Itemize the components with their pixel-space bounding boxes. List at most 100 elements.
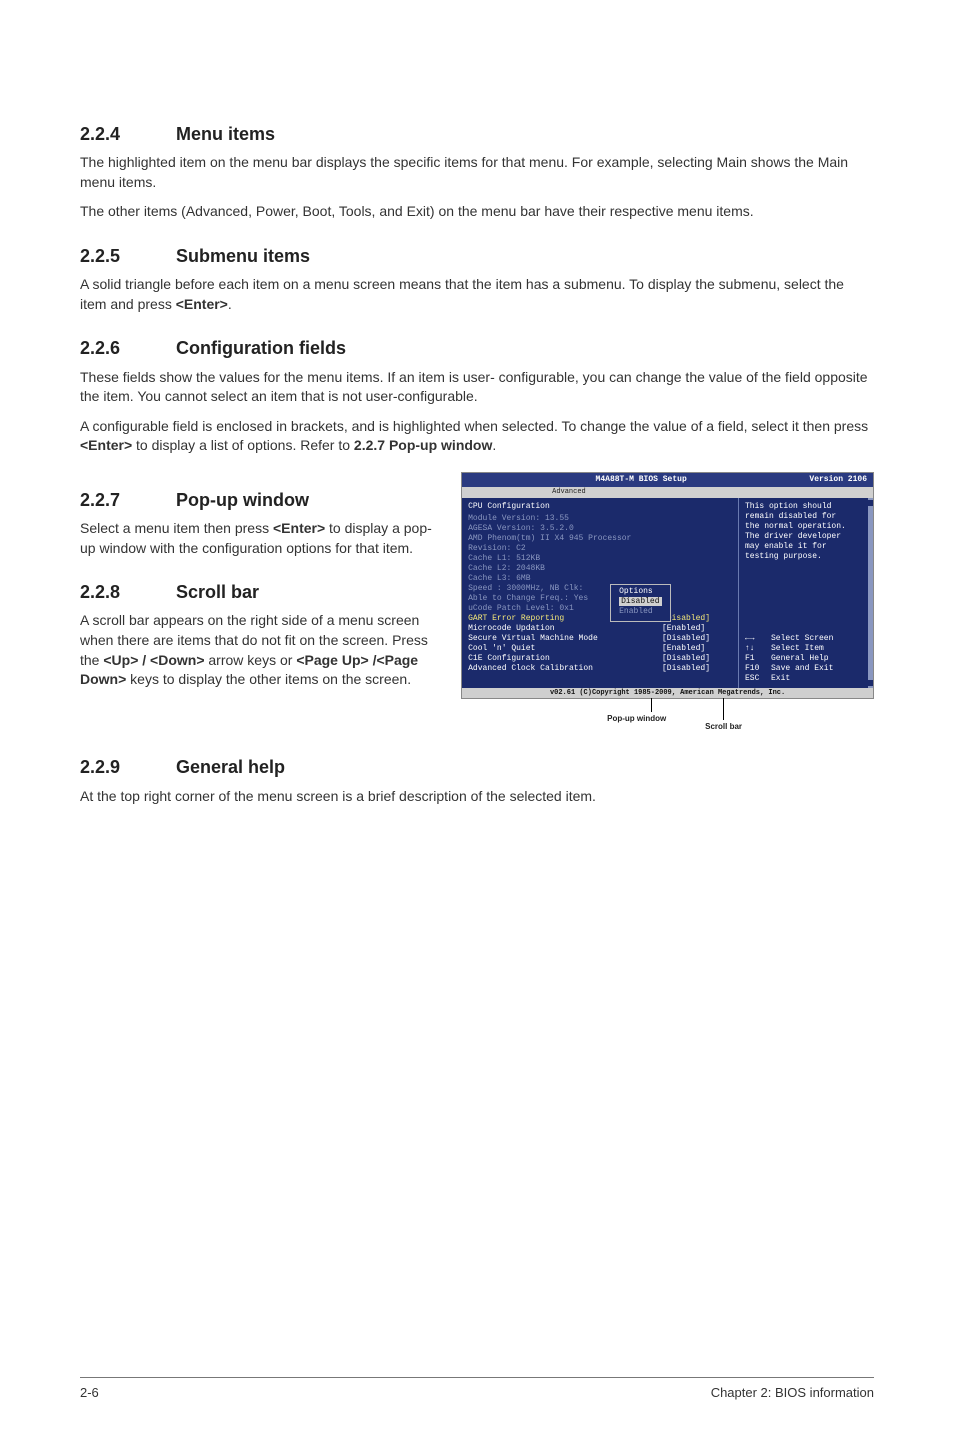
page-footer: 2-6 Chapter 2: BIOS information [80, 1377, 874, 1402]
sectitle: Pop-up window [176, 490, 309, 510]
secnum: 2.2.4 [80, 122, 176, 147]
section-heading-226: 2.2.6Configuration fields [80, 336, 874, 361]
bios-info-line: AGESA Version: 3.5.2.0 [468, 524, 732, 534]
bios-setting-label: Advanced Clock Calibration [468, 664, 662, 674]
bios-setting-label: C1E Configuration [468, 654, 662, 664]
sectitle: Scroll bar [176, 582, 259, 602]
arrow-ud-icon: ↑↓ [745, 644, 765, 654]
bios-help-line: testing purpose. [745, 552, 867, 562]
bios-setting-row: C1E Configuration [Disabled] [468, 654, 732, 664]
bios-key-row: ←→ Select Screen [745, 634, 867, 644]
bios-key-row: F10 Save and Exit [745, 664, 867, 674]
bios-setting-value: [Disabled] [662, 634, 732, 644]
bios-info-line: Cache L3: 6MB [468, 574, 732, 584]
bios-popup-title: Options [619, 587, 661, 597]
bios-info-line: Speed : 3000MHz, NB Clk: [468, 584, 732, 594]
key-ref: <Enter> [273, 520, 325, 536]
bios-setting-value: [Disabled] [662, 614, 732, 624]
section-heading-227: 2.2.7Pop-up window [80, 488, 435, 513]
bios-key-label: Select Screen [771, 634, 833, 644]
body-text: A configurable field is enclosed in brac… [80, 417, 874, 456]
sectitle: Submenu items [176, 246, 310, 266]
body-text: The other items (Advanced, Power, Boot, … [80, 202, 874, 222]
bios-setting-row: GART Error Reporting [Disabled] [468, 614, 732, 624]
bios-popup: Options Disabled Enabled [610, 584, 670, 622]
bios-version: Version 2106 [809, 475, 867, 485]
page-number: 2-6 [80, 1384, 99, 1402]
section-heading-228: 2.2.8Scroll bar [80, 580, 435, 605]
bios-setting-value: [Enabled] [662, 624, 732, 634]
bios-key-label: Exit [771, 674, 790, 684]
callout-label-popup: Pop-up window [607, 713, 666, 724]
bios-info-line: Cache L2: 2048KB [468, 564, 732, 574]
section-heading-229: 2.2.9General help [80, 755, 874, 780]
key-ref: <Up> / <Down> [103, 652, 204, 668]
bios-info-line: uCode Patch Level: 0x1 [468, 604, 732, 614]
bios-setting-value: [Enabled] [662, 644, 732, 654]
bios-help-line: This option should [745, 502, 867, 512]
secnum: 2.2.7 [80, 488, 176, 513]
bios-key-row: ↑↓Select Item [745, 644, 867, 654]
text: Select a menu item then press [80, 520, 273, 536]
body-text: These fields show the values for the men… [80, 368, 874, 407]
bios-info-line: Cache L1: 512KB [468, 554, 732, 564]
bios-setting-label: Secure Virtual Machine Mode [468, 634, 662, 644]
bios-screenshot: M4A88T-M BIOS Setup Version 2106 Advance… [461, 472, 874, 700]
text: . [492, 437, 496, 453]
section-heading-225: 2.2.5Submenu items [80, 244, 874, 269]
body-text: A solid triangle before each item on a m… [80, 275, 874, 314]
bios-info-line: Revision: C2 [468, 544, 732, 554]
xref: 2.2.7 Pop-up window [354, 437, 492, 453]
bios-setting-row: Advanced Clock Calibration [Disabled] [468, 664, 732, 674]
bios-setting-label: Microcode Updation [468, 624, 662, 634]
bios-popup-selected: Disabled [619, 597, 661, 606]
bios-help-line: remain disabled for [745, 512, 867, 522]
bios-setting-label: Cool 'n' Quiet [468, 644, 662, 654]
sectitle: General help [176, 757, 285, 777]
bios-key-label: Save and Exit [771, 664, 833, 674]
body-text: At the top right corner of the menu scre… [80, 787, 874, 807]
bios-help-line: The driver developer [745, 532, 867, 542]
bios-scrollbar [868, 498, 873, 688]
key-glyph: F10 [745, 664, 765, 674]
text: arrow keys or [205, 652, 297, 668]
arrow-lr-icon: ←→ [745, 634, 765, 644]
key-ref: <Enter> [176, 296, 228, 312]
bios-info-line: AMD Phenom(tm) II X4 945 Processor [468, 534, 732, 544]
bios-setting-value: [Disabled] [662, 654, 732, 664]
bios-main-panel: CPU Configuration Module Version: 13.55 … [462, 498, 738, 688]
callout-line [651, 698, 652, 712]
bios-key-row: F1 General Help [745, 654, 867, 664]
text: A configurable field is enclosed in brac… [80, 418, 868, 434]
sectitle: Menu items [176, 124, 275, 144]
text: keys to display the other items on the s… [126, 671, 411, 687]
bios-help-line: may enable it for [745, 542, 867, 552]
bios-help-panel: This option should remain disabled for t… [738, 498, 873, 688]
secnum: 2.2.6 [80, 336, 176, 361]
callout-line [723, 698, 724, 720]
bios-key-legend: ←→ Select Screen ↑↓Select Item F1 General … [745, 634, 867, 684]
bios-key-row: ESC Exit [745, 674, 867, 684]
secnum: 2.2.5 [80, 244, 176, 269]
key-glyph: F1 [745, 654, 765, 664]
key-glyph: ESC [745, 674, 765, 684]
bios-help-text: This option should remain disabled for t… [745, 502, 867, 562]
bios-help-line: the normal operation. [745, 522, 867, 532]
bios-popup-option: Enabled [619, 607, 661, 617]
body-text: The highlighted item on the menu bar dis… [80, 153, 874, 192]
chapter-label: Chapter 2: BIOS information [711, 1384, 874, 1402]
key-ref: <Enter> [80, 437, 132, 453]
bios-titlebar: M4A88T-M BIOS Setup Version 2106 [462, 473, 873, 487]
bios-info-line: Module Version: 13.55 [468, 514, 732, 524]
section-heading-224: 2.2.4Menu items [80, 122, 874, 147]
bios-menubar: Advanced [462, 487, 873, 498]
bios-title-text: M4A88T-M BIOS Setup [473, 475, 809, 485]
text: . [228, 296, 232, 312]
sectitle: Configuration fields [176, 338, 346, 358]
bios-body: CPU Configuration Module Version: 13.55 … [462, 498, 873, 688]
bios-setting-value: [Disabled] [662, 664, 732, 674]
text: to display a list of options. Refer to [132, 437, 354, 453]
bios-copyright: v02.61 (C)Copyright 1985-2009, American … [462, 688, 873, 699]
bios-info-line: Able to Change Freq.: Yes [468, 594, 732, 604]
bios-key-label: General Help [771, 654, 829, 664]
